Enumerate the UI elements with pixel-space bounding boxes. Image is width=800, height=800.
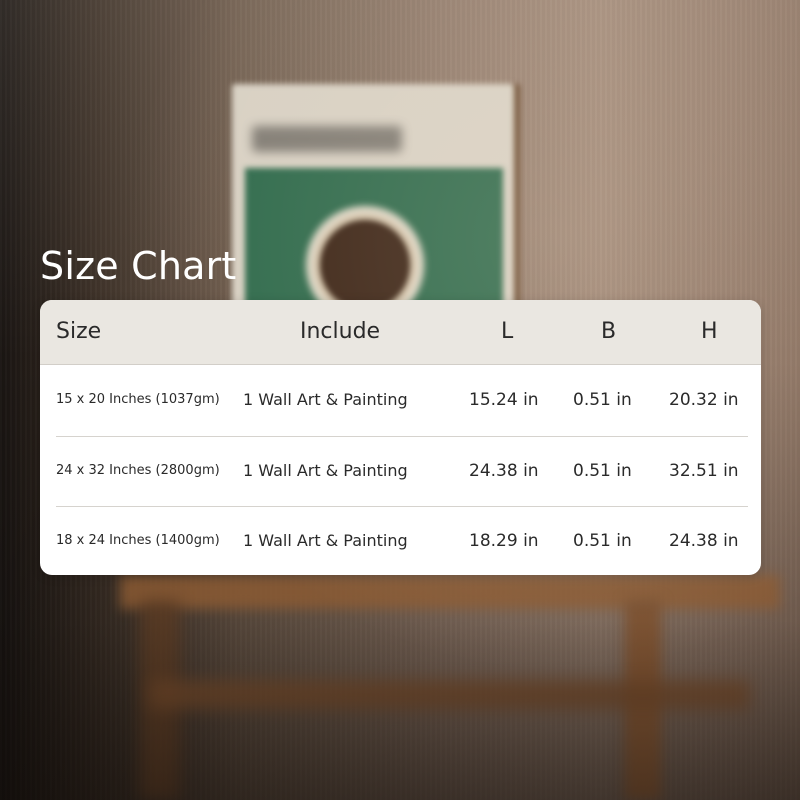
- table-row: 15 x 20 Inches (1037gm) 1 Wall Art & Pai…: [40, 365, 761, 435]
- table-row: 18 x 24 Inches (1400gm) 1 Wall Art & Pai…: [40, 506, 761, 575]
- header-include: Include: [300, 319, 381, 344]
- wall-art-frame: [232, 84, 514, 324]
- cell-include: 1 Wall Art & Painting: [243, 390, 408, 409]
- page-title: Size Chart: [40, 244, 237, 288]
- cell-breadth: 0.51 in: [573, 461, 632, 481]
- table-header-row: Size Include L B H: [40, 300, 761, 365]
- cell-height: 20.32 in: [669, 390, 739, 410]
- cell-length: 15.24 in: [469, 390, 539, 410]
- table-row: 24 x 32 Inches (2800gm) 1 Wall Art & Pai…: [40, 436, 761, 506]
- cell-size: 18 x 24 Inches (1400gm): [56, 533, 220, 548]
- cell-length: 18.29 in: [469, 531, 539, 551]
- table-top: [120, 575, 780, 609]
- header-height: H: [701, 319, 718, 344]
- size-chart-table: Size Include L B H 15 x 20 Inches (1037g…: [40, 300, 761, 575]
- cell-include: 1 Wall Art & Painting: [243, 461, 408, 480]
- cell-breadth: 0.51 in: [573, 531, 632, 551]
- cell-breadth: 0.51 in: [573, 390, 632, 410]
- header-size: Size: [56, 319, 102, 344]
- cell-size: 15 x 20 Inches (1037gm): [56, 392, 220, 407]
- cell-include: 1 Wall Art & Painting: [243, 531, 408, 550]
- cell-height: 24.38 in: [669, 531, 739, 551]
- cell-size: 24 x 32 Inches (2800gm): [56, 463, 220, 478]
- floor-shadow: [0, 620, 800, 800]
- table-leg-right: [625, 600, 661, 800]
- header-length: L: [501, 319, 514, 344]
- wall-art-text-block: [252, 126, 402, 152]
- cell-length: 24.38 in: [469, 461, 539, 481]
- table-shelf: [150, 680, 750, 710]
- header-breadth: B: [601, 319, 617, 344]
- table-leg-left: [140, 600, 180, 800]
- cell-height: 32.51 in: [669, 461, 739, 481]
